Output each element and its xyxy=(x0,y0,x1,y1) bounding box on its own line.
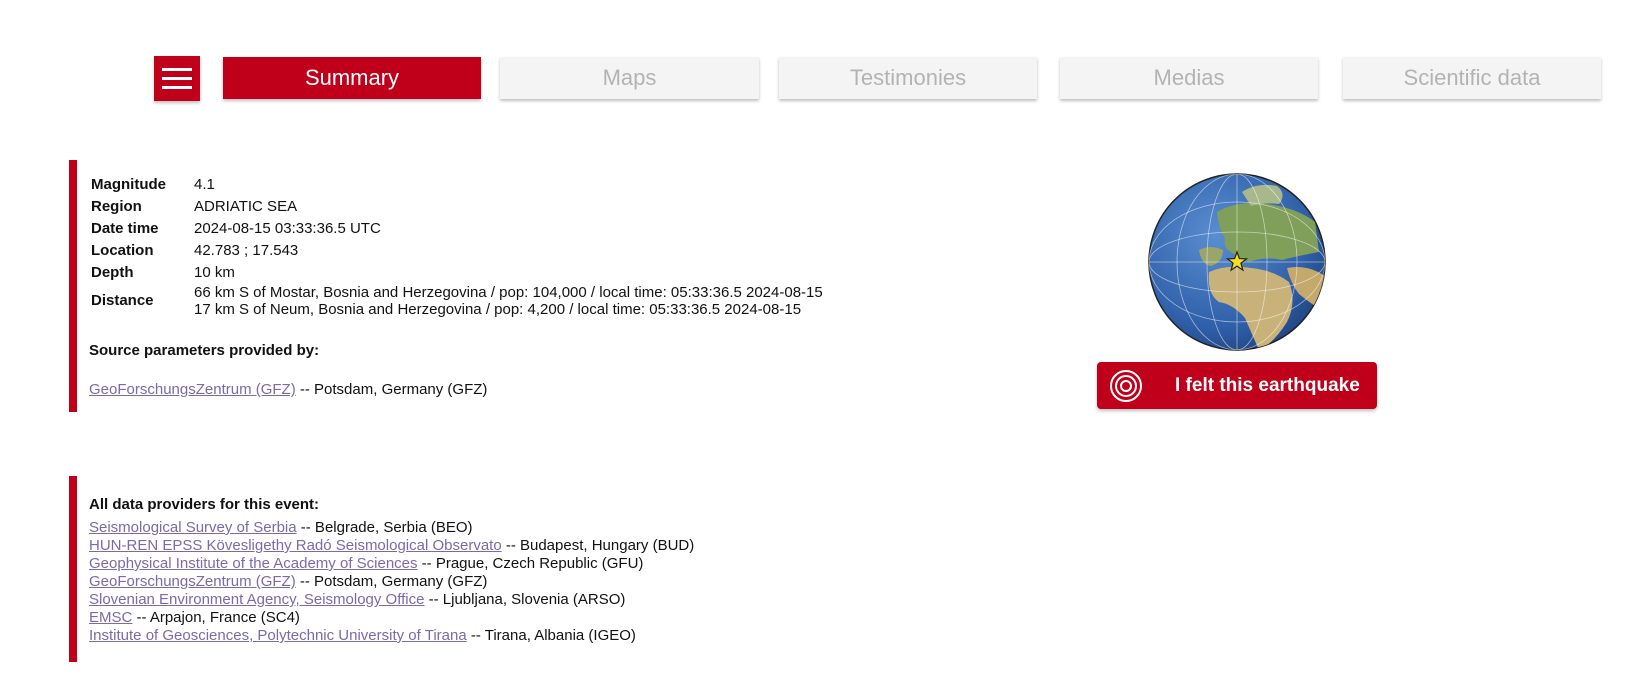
provider-location: -- Tirana, Albania (IGEO) xyxy=(466,627,636,644)
provider-item: Seismological Survey of Serbia -- Belgra… xyxy=(89,519,989,537)
provider-link[interactable]: HUN-REN EPSS Kövesligethy Radó Seismolog… xyxy=(89,537,502,554)
provider-item: Institute of Geosciences, Polytechnic Un… xyxy=(89,627,989,645)
source-provider-link[interactable]: GeoForschungsZentrum (GFZ) xyxy=(89,381,296,398)
row-location: Location 42.783 ; 17.543 xyxy=(91,240,823,262)
provider-item: EMSC -- Arpajon, France (SC4) xyxy=(89,609,989,627)
provider-location: -- Arpajon, France (SC4) xyxy=(132,609,300,626)
hamburger-line xyxy=(162,77,192,80)
tab-summary[interactable]: Summary xyxy=(223,57,481,99)
label-distance: Distance xyxy=(91,292,154,309)
provider-link[interactable]: EMSC xyxy=(89,609,132,626)
value-magnitude: 4.1 xyxy=(194,176,215,193)
row-region: Region ADRIATIC SEA xyxy=(91,196,823,218)
row-depth: Depth 10 km xyxy=(91,262,823,284)
label-magnitude: Magnitude xyxy=(91,176,166,193)
page: Summary Maps Testimonies Medias Scientif… xyxy=(0,0,1629,687)
provider-link[interactable]: Seismological Survey of Serbia xyxy=(89,519,297,536)
source-parameters-title: Source parameters provided by: xyxy=(89,342,320,359)
provider-item: HUN-REN EPSS Kövesligethy Radó Seismolog… xyxy=(89,537,989,555)
provider-location: -- Prague, Czech Republic (GFU) xyxy=(417,555,644,572)
value-distance: 66 km S of Mostar, Bosnia and Herzegovin… xyxy=(194,284,823,318)
value-location: 42.783 ; 17.543 xyxy=(194,242,299,259)
event-summary-panel: Magnitude 4.1 Region ADRIATIC SEA Date t… xyxy=(69,160,989,412)
provider-link[interactable]: Institute of Geosciences, Polytechnic Un… xyxy=(89,627,467,644)
tab-maps[interactable]: Maps xyxy=(500,57,759,99)
provider-location: -- Belgrade, Serbia (BEO) xyxy=(296,519,473,536)
felt-earthquake-label: I felt this earthquake xyxy=(1175,374,1360,396)
source-provider-location: -- Potsdam, Germany (GFZ) xyxy=(295,381,488,398)
label-region: Region xyxy=(91,198,142,215)
provider-item: Geophysical Institute of the Academy of … xyxy=(89,555,989,573)
hamburger-icon[interactable] xyxy=(154,56,200,101)
label-date-time: Date time xyxy=(91,220,159,237)
source-provider-line: GeoForschungsZentrum (GFZ) -- Potsdam, G… xyxy=(89,381,989,398)
felt-earthquake-button[interactable]: I felt this earthquake xyxy=(1097,362,1377,409)
provider-link[interactable]: Slovenian Environment Agency, Seismology… xyxy=(89,591,424,608)
row-magnitude: Magnitude 4.1 xyxy=(91,174,823,196)
row-distance: Distance 66 km S of Mostar, Bosnia and H… xyxy=(91,284,823,318)
label-location: Location xyxy=(91,242,154,259)
tab-testimonies[interactable]: Testimonies xyxy=(779,57,1037,99)
tab-scientific-data[interactable]: Scientific data xyxy=(1343,57,1601,99)
provider-link[interactable]: GeoForschungsZentrum (GFZ) xyxy=(89,573,296,590)
value-depth: 10 km xyxy=(194,264,235,281)
provider-item: GeoForschungsZentrum (GFZ) -- Potsdam, G… xyxy=(89,573,989,591)
provider-location: -- Potsdam, Germany (GFZ) xyxy=(295,573,488,590)
provider-location: -- Ljubljana, Slovenia (ARSO) xyxy=(424,591,626,608)
data-providers-title: All data providers for this event: xyxy=(89,496,320,513)
felt-rings-icon xyxy=(1110,369,1142,402)
globe-icon xyxy=(1148,173,1326,351)
row-date-time: Date time 2024-08-15 03:33:36.5 UTC xyxy=(91,218,823,240)
label-depth: Depth xyxy=(91,264,134,281)
tab-medias[interactable]: Medias xyxy=(1060,57,1318,99)
value-region: ADRIATIC SEA xyxy=(194,198,298,215)
event-details-table: Magnitude 4.1 Region ADRIATIC SEA Date t… xyxy=(91,174,823,318)
hamburger-line xyxy=(162,86,192,89)
provider-link[interactable]: Geophysical Institute of the Academy of … xyxy=(89,555,418,572)
distance-line: 17 km S of Neum, Bosnia and Herzegovina … xyxy=(194,301,802,318)
data-providers-panel: All data providers for this event: Seism… xyxy=(69,476,989,662)
hamburger-line xyxy=(162,68,192,71)
distance-line: 66 km S of Mostar, Bosnia and Herzegovin… xyxy=(194,284,823,301)
provider-location: -- Budapest, Hungary (BUD) xyxy=(501,537,695,554)
value-date-time: 2024-08-15 03:33:36.5 UTC xyxy=(194,220,381,237)
provider-item: Slovenian Environment Agency, Seismology… xyxy=(89,591,989,609)
